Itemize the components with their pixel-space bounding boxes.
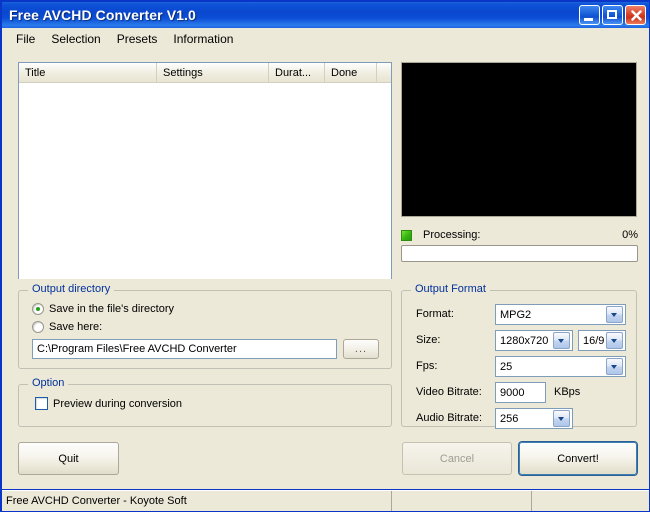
aspect-ratio-value: 16/9 bbox=[583, 334, 605, 347]
option-group: Option Preview during conversion bbox=[18, 377, 392, 427]
application-window: Free AVCHD Converter V1.0 File Selection… bbox=[0, 0, 650, 512]
status-bar-panel-3 bbox=[532, 491, 649, 511]
video-bitrate-label: Video Bitrate: bbox=[416, 386, 482, 398]
format-value: MPG2 bbox=[500, 308, 532, 321]
output-directory-group-label: Output directory bbox=[28, 283, 115, 295]
output-path-input[interactable]: C:\Program Files\Free AVCHD Converter bbox=[32, 339, 337, 359]
aspect-ratio-select[interactable]: 16/9 bbox=[578, 330, 626, 351]
checkbox-preview-during-conversion[interactable]: Preview during conversion bbox=[35, 397, 182, 410]
radio-label-file-directory: Save in the file's directory bbox=[49, 303, 174, 315]
fps-label: Fps: bbox=[416, 360, 438, 372]
status-led-icon bbox=[401, 229, 412, 241]
video-preview bbox=[401, 62, 637, 217]
audio-bitrate-label: Audio Bitrate: bbox=[416, 412, 483, 424]
file-list-header: Title Settings Durat... Done bbox=[19, 63, 391, 83]
radio-save-in-file-directory[interactable]: Save in the file's directory bbox=[32, 303, 174, 315]
video-bitrate-input[interactable]: 9000 bbox=[495, 382, 546, 403]
chevron-down-icon-format[interactable] bbox=[606, 306, 623, 323]
column-header-duration[interactable]: Durat... bbox=[269, 63, 325, 82]
menu-item-information[interactable]: Information bbox=[165, 30, 241, 48]
window-controls bbox=[579, 5, 646, 25]
output-format-group-label: Output Format bbox=[411, 283, 490, 295]
chevron-down-icon-aspect[interactable] bbox=[606, 332, 623, 349]
menu-item-file[interactable]: File bbox=[8, 30, 43, 48]
title-bar: Free AVCHD Converter V1.0 bbox=[2, 2, 649, 28]
status-bar: Free AVCHD Converter - Koyote Soft bbox=[2, 490, 649, 511]
video-bitrate-unit: KBps bbox=[554, 386, 581, 398]
size-value: 1280x720 bbox=[500, 334, 549, 347]
chevron-down-icon-fps[interactable] bbox=[606, 358, 623, 375]
menu-bar: File Selection Presets Information bbox=[2, 28, 649, 49]
file-list[interactable]: Title Settings Durat... Done bbox=[18, 62, 392, 279]
output-directory-group: Output directory Save in the file's dire… bbox=[18, 283, 392, 369]
chevron-down-icon-audio-bitrate[interactable] bbox=[553, 410, 570, 427]
checkbox-icon-preview[interactable] bbox=[35, 397, 48, 410]
checkbox-label-preview: Preview during conversion bbox=[53, 397, 183, 410]
processing-label: Processing: bbox=[423, 229, 481, 241]
client-area: Title Settings Durat... Done Processing:… bbox=[2, 49, 649, 489]
processing-row: Processing: 0% bbox=[401, 227, 638, 243]
fps-value: 25 bbox=[500, 360, 513, 373]
processing-percent: 0% bbox=[622, 229, 638, 241]
status-bar-panel-2 bbox=[392, 491, 532, 511]
close-icon[interactable] bbox=[625, 5, 646, 25]
size-select[interactable]: 1280x720 bbox=[495, 330, 573, 351]
menu-item-presets[interactable]: Presets bbox=[109, 30, 166, 48]
size-label: Size: bbox=[416, 334, 441, 346]
minimize-icon[interactable] bbox=[579, 5, 600, 25]
audio-bitrate-select[interactable]: 256 bbox=[495, 408, 573, 429]
column-header-title[interactable]: Title bbox=[19, 63, 157, 82]
progress-bar bbox=[401, 245, 638, 262]
radio-icon-save-here[interactable] bbox=[32, 321, 44, 333]
fps-select[interactable]: 25 bbox=[495, 356, 626, 377]
quit-button[interactable]: Quit bbox=[18, 442, 119, 475]
column-header-filler bbox=[377, 63, 391, 82]
window-title: Free AVCHD Converter V1.0 bbox=[9, 7, 196, 23]
column-header-settings[interactable]: Settings bbox=[157, 63, 269, 82]
audio-bitrate-value: 256 bbox=[500, 412, 519, 425]
file-list-body[interactable] bbox=[19, 83, 391, 279]
radio-label-save-here: Save here: bbox=[49, 321, 103, 333]
output-format-group: Output Format Format: MPG2 Size: 1280x72… bbox=[401, 283, 637, 429]
column-header-done[interactable]: Done bbox=[325, 63, 377, 82]
cancel-button: Cancel bbox=[402, 442, 512, 475]
format-label: Format: bbox=[416, 308, 454, 320]
status-bar-panel-app-info: Free AVCHD Converter - Koyote Soft bbox=[2, 491, 392, 511]
chevron-down-icon-size[interactable] bbox=[553, 332, 570, 349]
convert-button[interactable]: Convert! bbox=[519, 442, 637, 475]
maximize-icon[interactable] bbox=[602, 5, 623, 25]
browse-button[interactable]: ... bbox=[343, 339, 379, 359]
radio-icon-file-directory[interactable] bbox=[32, 303, 44, 315]
option-group-label: Option bbox=[28, 377, 69, 389]
menu-item-selection[interactable]: Selection bbox=[43, 30, 108, 48]
radio-save-here[interactable]: Save here: bbox=[32, 321, 102, 333]
format-select[interactable]: MPG2 bbox=[495, 304, 626, 325]
